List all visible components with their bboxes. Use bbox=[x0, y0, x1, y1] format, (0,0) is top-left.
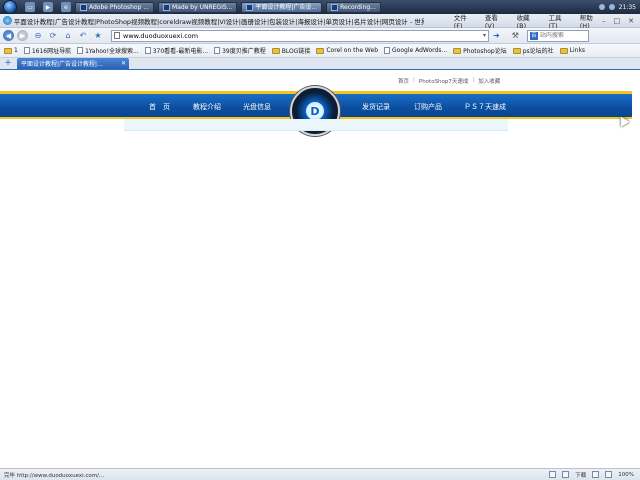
page-icon bbox=[23, 47, 30, 54]
search-box[interactable]: 百 bbox=[526, 29, 589, 42]
internet-explorer-icon[interactable]: e bbox=[61, 2, 71, 12]
site-nav-banner: 首 页 教程介绍 光盘信息 发货记录 订购产品 ＰＳ７天速成 D bbox=[0, 86, 632, 136]
nav-tutorial-intro[interactable]: 教程介绍 bbox=[193, 102, 221, 112]
divider: | bbox=[413, 77, 415, 83]
menu-tools[interactable]: 工具(T) bbox=[548, 12, 569, 30]
bookmark-item[interactable]: 1 bbox=[4, 47, 18, 54]
status-text: 完毕 http://www.duoduoxuexi.com/... bbox=[4, 472, 105, 479]
top-links: 首页 | PhotoShop7天速成 | 加入收藏 bbox=[398, 77, 500, 85]
folder-icon bbox=[559, 47, 568, 54]
nav-disc-info[interactable]: 光盘信息 bbox=[243, 102, 271, 112]
window-titlebar: 平面设计教程|广告设计教程|PhotoShop视频教程|coreldraw视频教… bbox=[0, 12, 640, 30]
folder-icon bbox=[453, 47, 462, 54]
page-icon bbox=[114, 32, 120, 39]
logo-d-icon: D bbox=[306, 102, 324, 120]
system-tray: 21:35 bbox=[598, 4, 640, 11]
network-icon[interactable] bbox=[598, 4, 605, 10]
window-controls: – □ ✕ bbox=[602, 17, 640, 25]
home-icon[interactable]: ⌂ bbox=[63, 31, 73, 41]
maximize-icon[interactable]: □ bbox=[614, 17, 621, 25]
bookmark-item[interactable]: 1Yahoo!全球搜索... bbox=[77, 46, 139, 55]
bookmark-item[interactable]: ps论坛的社 bbox=[512, 46, 554, 55]
recording-icon bbox=[331, 3, 339, 11]
menu-bar: 文件(F) 查看(V) 收藏(B) 工具(T) 帮助(H) bbox=[454, 12, 602, 30]
page-icon bbox=[384, 47, 391, 54]
content-strip bbox=[124, 119, 508, 131]
link-photoshop-course[interactable]: PhotoShop7天速成 bbox=[419, 77, 469, 85]
bookmarks-bar: 1 1616网址导航 1Yahoo!全球搜索... 370看看-最新电影... … bbox=[0, 44, 640, 58]
volume-icon[interactable] bbox=[605, 471, 613, 478]
download-label[interactable]: 下载 bbox=[575, 471, 586, 479]
folder-icon bbox=[271, 47, 280, 54]
refresh-icon[interactable]: ⟳ bbox=[48, 31, 58, 41]
bookmark-item[interactable]: 370看看-最新电影... bbox=[144, 46, 208, 55]
bookmark-item[interactable]: BLOG链接 bbox=[271, 46, 310, 55]
bookmark-item[interactable]: 1616网址导航 bbox=[23, 46, 71, 55]
download-icon[interactable] bbox=[562, 471, 570, 478]
back-button[interactable]: ◀ bbox=[3, 30, 14, 41]
menu-help[interactable]: 帮助(H) bbox=[580, 12, 602, 30]
taskbar-item-unregistered[interactable]: Made by UNREGIS... bbox=[158, 1, 238, 13]
close-tab-icon[interactable]: ✕ bbox=[121, 60, 129, 67]
show-desktop-icon[interactable]: ▭ bbox=[25, 2, 35, 12]
link-home[interactable]: 首页 bbox=[398, 77, 409, 85]
page-icon bbox=[144, 47, 151, 54]
bookmark-item[interactable]: Photoshop论坛 bbox=[453, 46, 507, 55]
start-button[interactable] bbox=[3, 0, 17, 14]
photoshop-icon bbox=[80, 3, 87, 11]
nav-shipping-records[interactable]: 发货记录 bbox=[362, 102, 390, 112]
folder-icon bbox=[316, 47, 325, 54]
close-icon[interactable]: ✕ bbox=[628, 17, 634, 25]
new-tab-button[interactable]: + bbox=[3, 58, 13, 69]
window-title: 平面设计教程|广告设计教程|PhotoShop视频教程|coreldraw视频教… bbox=[13, 17, 424, 26]
browser-logo-icon bbox=[3, 16, 12, 25]
forward-button[interactable]: ▶ bbox=[17, 30, 28, 41]
nav-ps7-course[interactable]: ＰＳ７天速成 bbox=[464, 102, 506, 112]
folder-icon bbox=[512, 47, 521, 54]
bookmark-item[interactable]: Corel on the Web bbox=[316, 47, 378, 54]
menu-view[interactable]: 查看(V) bbox=[485, 12, 507, 30]
divider: | bbox=[472, 77, 475, 83]
bookmark-item[interactable]: Links bbox=[559, 47, 585, 54]
nav-home[interactable]: 首 页 bbox=[149, 102, 170, 112]
minimize-icon[interactable]: – bbox=[602, 17, 606, 25]
link-add-favorite[interactable]: 加入收藏 bbox=[478, 77, 500, 85]
web-page: 首页 | PhotoShop7天速成 | 加入收藏 首 页 教程介绍 光盘信息 … bbox=[0, 70, 640, 468]
volume-icon[interactable] bbox=[608, 4, 615, 10]
security-icon[interactable] bbox=[549, 471, 557, 478]
taskbar-item-photoshop[interactable]: Adobe Photoshop ... bbox=[75, 1, 155, 13]
app-icon bbox=[163, 3, 171, 11]
taskbar-item-recording[interactable]: Recording... bbox=[326, 1, 381, 13]
stop-icon[interactable]: ⊖ bbox=[33, 31, 43, 41]
menu-favorites[interactable]: 收藏(B) bbox=[517, 12, 539, 30]
menu-file[interactable]: 文件(F) bbox=[454, 12, 475, 30]
address-input[interactable] bbox=[123, 31, 463, 40]
settings-icon[interactable] bbox=[592, 471, 600, 478]
folder-icon bbox=[4, 47, 12, 54]
search-input[interactable] bbox=[539, 32, 588, 39]
bookmark-item[interactable]: 39度贝推广教程 bbox=[214, 46, 266, 55]
taskbar-item-browser[interactable]: 平面设计教程|广告设... bbox=[241, 1, 323, 13]
browser-icon bbox=[246, 3, 254, 11]
nav-order-products[interactable]: 订购产品 bbox=[414, 102, 442, 112]
go-arrow-icon[interactable]: ➜ bbox=[493, 31, 500, 40]
media-player-icon[interactable]: ▶ bbox=[43, 2, 53, 12]
address-bar[interactable]: ▾ bbox=[111, 29, 489, 42]
zoom-level[interactable]: 100% bbox=[618, 472, 634, 478]
favorites-star-icon[interactable]: ★ bbox=[93, 31, 103, 41]
page-icon bbox=[214, 47, 221, 54]
tab-active[interactable]: 平面设计教程|广告设计教程|... ✕ bbox=[17, 58, 129, 69]
status-bar: 完毕 http://www.duoduoxuexi.com/... 下载 100… bbox=[0, 468, 640, 480]
search-engine-icon[interactable]: 百 bbox=[529, 31, 538, 40]
navigation-toolbar: ◀ ▶ ⊖ ⟳ ⌂ ↶ ★ ▾ ➜ ⚒ 百 bbox=[0, 28, 640, 44]
page-icon bbox=[77, 47, 84, 54]
status-tools: 下载 100% bbox=[549, 471, 640, 479]
tools-icon[interactable]: ⚒ bbox=[512, 31, 519, 40]
clock[interactable]: 21:35 bbox=[619, 4, 636, 11]
undo-icon[interactable]: ↶ bbox=[78, 31, 88, 41]
tab-bar: + 平面设计教程|广告设计教程|... ✕ bbox=[0, 58, 640, 70]
bookmark-item[interactable]: Google AdWords... bbox=[384, 47, 447, 54]
chevron-down-icon[interactable]: ▾ bbox=[483, 32, 488, 39]
